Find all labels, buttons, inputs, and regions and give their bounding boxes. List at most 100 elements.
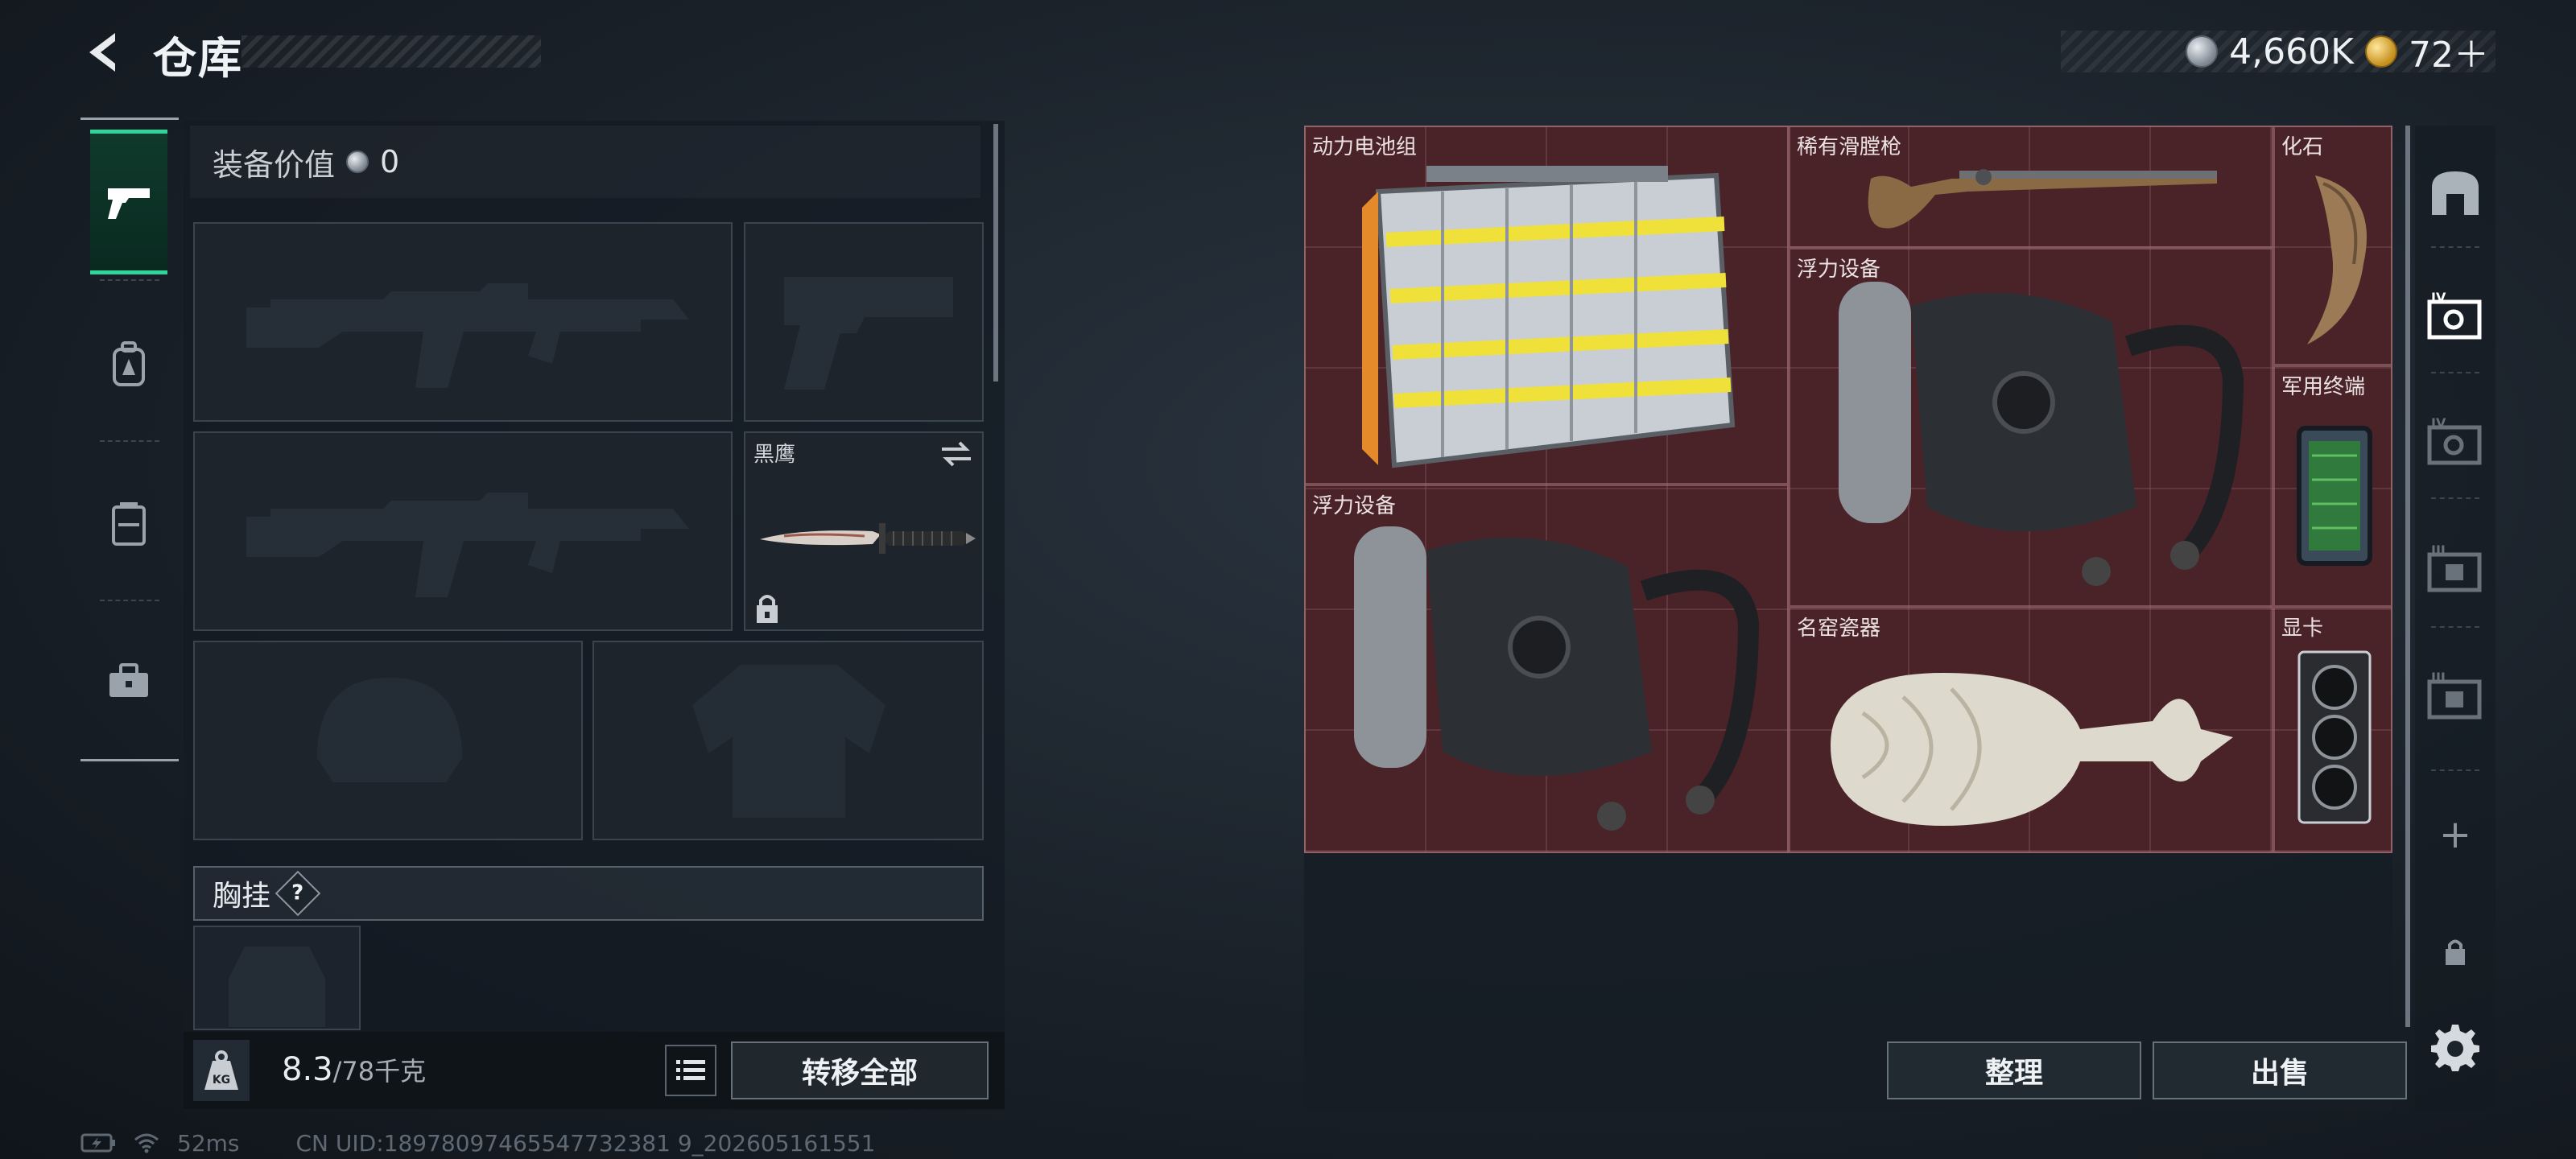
battery-charging-icon xyxy=(80,1133,115,1153)
body-armor-slot[interactable] xyxy=(592,641,984,840)
lock-container-button[interactable] xyxy=(2423,916,2487,988)
help-icon[interactable]: ? xyxy=(275,870,321,917)
graphics-card-icon xyxy=(2297,650,2372,824)
safe-box-iii-button-2[interactable]: III xyxy=(2423,660,2487,732)
safe-box-iii-icon: III xyxy=(2427,543,2482,592)
settings-button[interactable] xyxy=(2423,1011,2487,1083)
loadout-scrollbar[interactable] xyxy=(993,124,998,382)
storage-item-buoyancy-device-2[interactable]: 浮力设备 xyxy=(1304,485,1789,853)
storage-item-graphics-card[interactable]: 显卡 xyxy=(2273,607,2392,853)
weight-current: 8.3 xyxy=(282,1051,333,1088)
chest-rig-slot[interactable] xyxy=(193,926,361,1030)
lock-icon xyxy=(2446,939,2465,965)
back-button[interactable] xyxy=(74,24,130,80)
armor-silhouette-icon xyxy=(692,665,886,818)
chest-rig-silhouette-icon xyxy=(229,947,325,1027)
tab-backpack[interactable] xyxy=(90,292,167,437)
safe-box-iii-icon: III xyxy=(2427,670,2482,720)
safe-box-iii-button-1[interactable]: III xyxy=(2423,533,2487,605)
sort-button[interactable]: 整理 xyxy=(1887,1041,2141,1099)
silver-coin-icon xyxy=(346,151,369,173)
sell-button[interactable]: 出售 xyxy=(2153,1041,2407,1099)
currency-bar: 4,660K 72＋ xyxy=(2061,31,2496,76)
porcelain-vase-icon xyxy=(1831,673,2233,826)
toolbox-icon xyxy=(109,663,148,697)
equip-value-label: 装备价值 xyxy=(213,146,336,183)
helmet-slot[interactable] xyxy=(193,641,583,840)
item-label: 名窑瓷器 xyxy=(1797,617,1881,641)
pistol-slot[interactable] xyxy=(744,222,984,422)
primary-weapon-slot-2[interactable] xyxy=(193,431,733,631)
pistol-icon xyxy=(108,188,150,219)
svg-text:III: III xyxy=(2431,670,2446,685)
safe-box-iv-active-icon: IV xyxy=(2427,291,2482,340)
container-tab-column: IV IV III III + xyxy=(2415,126,2496,1111)
weight-readout: 8.3/78千克 xyxy=(282,1051,426,1088)
melee-weapon-name: 黑鹰 xyxy=(753,443,796,467)
safe-box-iv-icon: IV xyxy=(2427,416,2482,465)
item-label: 军用终端 xyxy=(2281,375,2366,399)
weight-icon: KG xyxy=(193,1040,250,1101)
storage-item-fossil[interactable]: 化石 xyxy=(2273,126,2392,365)
status-bar: 52ms CN UID:18978097465547732381 9_20260… xyxy=(80,1128,875,1157)
equipment-value-bar: 装备价值 0 xyxy=(190,126,980,198)
vest-icon xyxy=(112,502,146,546)
lock-icon xyxy=(757,595,778,623)
knife-icon xyxy=(760,523,976,554)
item-label: 显卡 xyxy=(2281,617,2324,641)
equip-value-number: 0 xyxy=(380,144,400,179)
fossil-claw-icon xyxy=(2307,175,2367,344)
chest-rig-label: 胸挂 xyxy=(213,880,271,913)
transfer-all-button[interactable]: 转移全部 xyxy=(731,1041,989,1099)
weight-max: /78千克 xyxy=(332,1056,427,1087)
storage-item-rare-musket[interactable]: 稀有滑膛枪 xyxy=(1789,126,2273,248)
svg-text:IV: IV xyxy=(2431,416,2446,431)
rifle-silhouette-icon xyxy=(246,493,689,597)
title-decoration xyxy=(242,35,541,68)
svg-text:KG: KG xyxy=(213,1074,230,1087)
silver-currency-value: 4,660K xyxy=(2229,31,2354,72)
rifle-silhouette-icon xyxy=(246,283,689,388)
storage-item-power-battery[interactable]: 动力电池组 xyxy=(1304,126,1789,485)
melee-slot[interactable]: 黑鹰 xyxy=(744,431,984,631)
pistol-silhouette-icon xyxy=(784,277,953,390)
storage-scrollbar[interactable] xyxy=(2405,126,2410,1027)
safe-box-iv-active-button[interactable]: IV xyxy=(2423,280,2487,353)
list-icon xyxy=(676,1060,705,1080)
svg-text:III: III xyxy=(2431,543,2446,558)
user-uid: CN UID:18978097465547732381 9_2026051615… xyxy=(295,1129,876,1157)
wifi-icon xyxy=(134,1133,159,1153)
list-view-button[interactable] xyxy=(665,1045,716,1096)
svg-text:IV: IV xyxy=(2431,291,2446,305)
helmet-silhouette-icon xyxy=(317,678,462,782)
gold-currency-value[interactable]: 72＋ xyxy=(2409,26,2489,77)
battery-pack-icon xyxy=(1362,166,1736,468)
tab-weapons[interactable] xyxy=(90,130,167,274)
tab-toolbox[interactable] xyxy=(90,609,167,754)
loadout-tab-column xyxy=(80,118,179,761)
buoyancy-device-icon xyxy=(1354,526,1760,831)
safe-box-iv-button[interactable]: IV xyxy=(2423,406,2487,478)
chest-rig-header: 胸挂 ? xyxy=(193,866,984,921)
musket-icon xyxy=(1868,169,2217,229)
storage-item-famous-porcelain[interactable]: 名窑瓷器 xyxy=(1789,607,2273,853)
ping-value: 52ms xyxy=(177,1129,240,1157)
storage-item-military-terminal[interactable]: 军用终端 xyxy=(2273,365,2392,607)
page-title: 仓库 xyxy=(153,33,243,84)
storage-item-buoyancy-device-1[interactable]: 浮力设备 xyxy=(1789,248,2273,607)
add-icon: + xyxy=(2438,812,2472,857)
primary-weapon-slot-1[interactable] xyxy=(193,222,733,422)
settings-gear-icon xyxy=(2431,1025,2479,1071)
swap-icon[interactable] xyxy=(939,439,974,468)
gold-coin-icon[interactable] xyxy=(2365,35,2397,68)
home-case-icon xyxy=(2432,171,2479,215)
tab-vest[interactable] xyxy=(90,452,167,596)
backpack-icon xyxy=(113,341,145,386)
item-label: 化石 xyxy=(2281,135,2324,159)
back-arrow-icon xyxy=(89,33,115,72)
military-terminal-icon xyxy=(2297,426,2372,566)
add-container-button[interactable]: + xyxy=(2423,798,2487,871)
home-case-button[interactable] xyxy=(2423,156,2487,229)
item-label: 动力电池组 xyxy=(1312,135,1418,159)
silver-coin-icon xyxy=(2186,35,2219,68)
